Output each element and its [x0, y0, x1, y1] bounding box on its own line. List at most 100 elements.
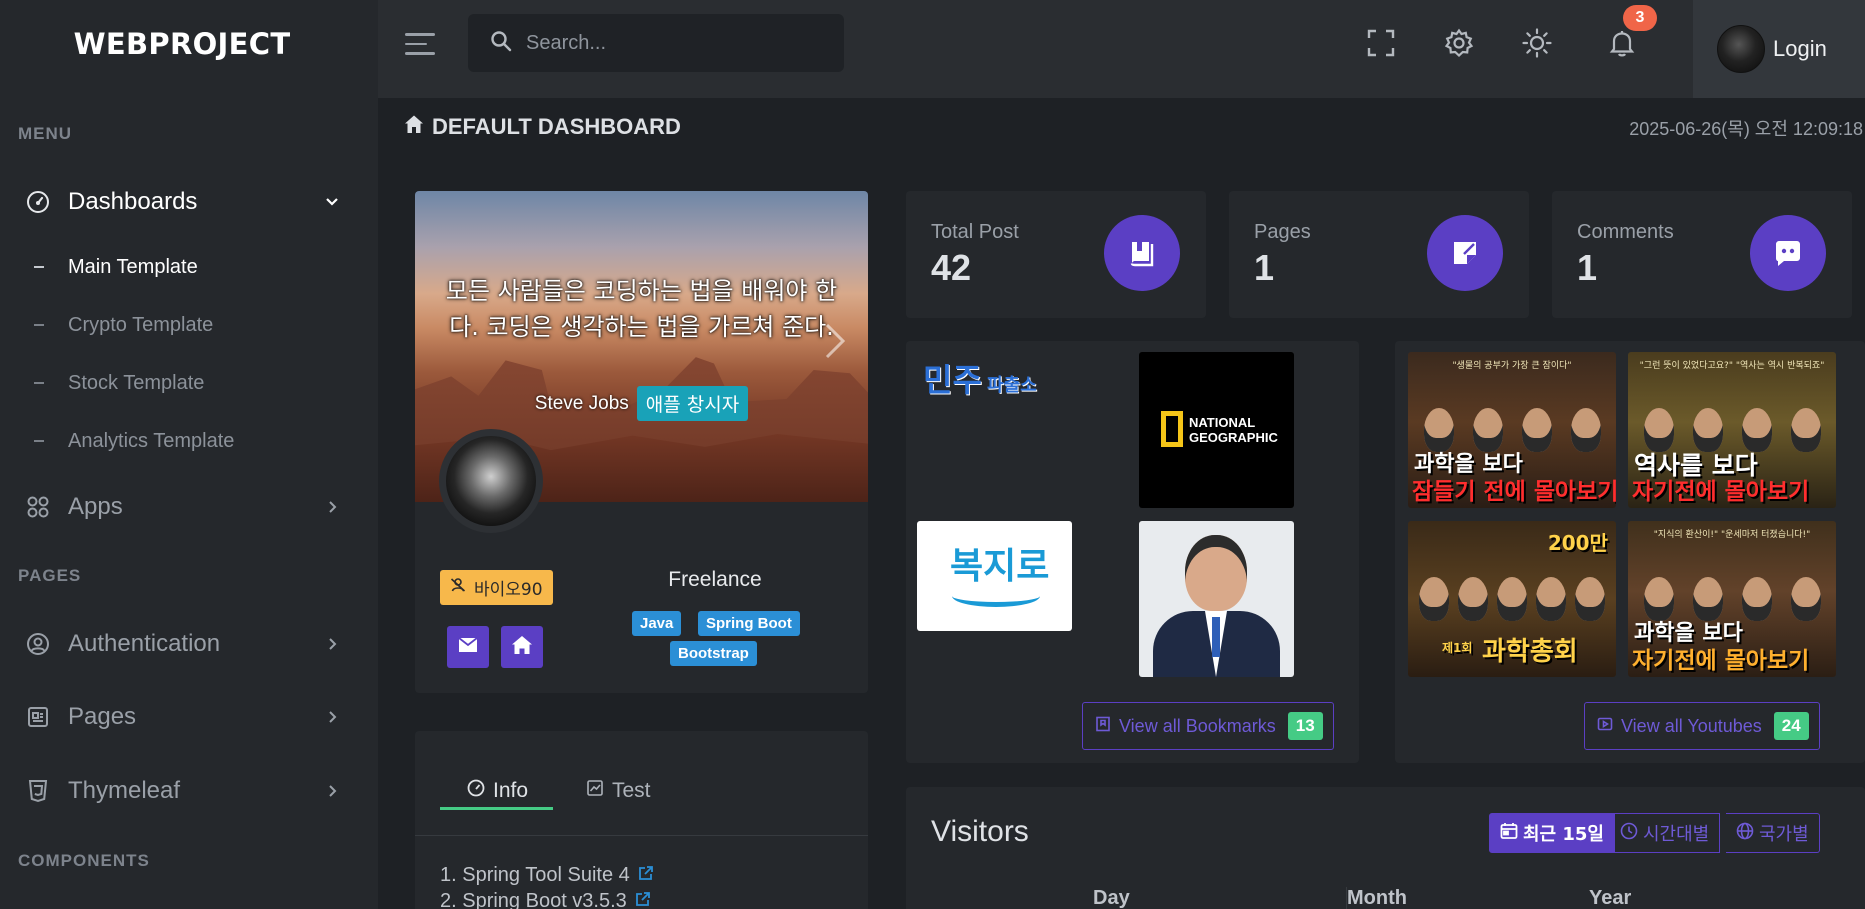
bookmark-bokjiro[interactable]: 복지로 [917, 521, 1072, 631]
tab-test[interactable]: Test [586, 771, 651, 811]
youtube-card: "생물의 공부가 가장 큰 잠이다" 과학을 보다 잠들기 전에 몰아보기 "그… [1395, 341, 1865, 763]
portrait-face [1185, 535, 1247, 611]
info-link-sts[interactable]: 1. Spring Tool Suite 4 [440, 864, 654, 887]
segment-recent-15-days[interactable]: 최근 15일 [1489, 813, 1615, 853]
active-tab-indicator [440, 807, 553, 810]
view-all-youtubes-button[interactable]: View all Youtubes 24 [1584, 702, 1820, 750]
bookmark-natgeo[interactable]: NATIONAL GEOGRAPHIC [1139, 352, 1294, 508]
tab-info[interactable]: Info [467, 771, 528, 811]
sun-icon[interactable] [1522, 28, 1552, 58]
thumbnail-faces [1408, 372, 1616, 452]
search-icon [490, 30, 512, 57]
html5-icon [26, 779, 50, 803]
youtube-thumbnail[interactable]: "지식의 환산이!" "운세마저 터졌습니다!" 과학을 보다 자기전에 몰아보… [1628, 521, 1836, 677]
current-datetime: 2025-06-26(목) 오전 12:09:18 [1629, 119, 1863, 139]
thumbnail-caption: "그런 뜻이 있었다고요?" "역사는 역시 반복되죠" [1639, 361, 1825, 371]
sidebar-subitem-analytics-template[interactable]: Analytics Template [0, 421, 378, 461]
sidebar-subitem-label: Analytics Template [68, 429, 235, 452]
sidebar-item-authentication[interactable]: Authentication [0, 624, 378, 664]
fullscreen-icon[interactable] [1366, 28, 1396, 58]
bell-icon[interactable] [1607, 28, 1637, 58]
avatar [1717, 25, 1765, 73]
mail-icon [458, 636, 478, 659]
homepage-button[interactable] [501, 626, 543, 668]
hamburger-menu-button[interactable] [396, 24, 440, 64]
brand-logo[interactable]: WEBPROJECT [0, 0, 378, 88]
book-icon [1104, 215, 1180, 291]
segment-by-hour[interactable]: 시간대별 [1610, 813, 1721, 853]
sidebar-subitem-main-template[interactable]: Main Template [0, 247, 378, 287]
topbar: 3 Login [378, 0, 1865, 98]
thumbnail-caption: "지식의 환산이!" "운세마저 터졌습니다!" [1653, 530, 1811, 540]
visitors-title: Visitors [931, 815, 1029, 848]
bio-badge-label: 바이오90 [474, 580, 543, 600]
sidebar-subitem-label: Stock Template [68, 371, 205, 394]
thumbnail-subtitle: 잠들기 전에 몰아보기 [1412, 479, 1616, 505]
stat-card-pages: Pages 1 [1229, 191, 1529, 318]
info-link-spring-boot[interactable]: 2. Spring Boot v3.5.3 [440, 890, 651, 909]
info-card: Info Test 1. Spring Tool Suite 4 2. Spri… [415, 731, 868, 909]
gear-icon[interactable] [1444, 28, 1474, 58]
search-box[interactable] [468, 14, 844, 72]
skill-tag: Spring Boot [698, 611, 800, 636]
bookmark-count-badge: 13 [1287, 712, 1323, 740]
bookmark-minju-title: 민주 [923, 361, 982, 399]
bookmark-minju[interactable]: 민주 파출소 [917, 351, 1072, 411]
calendar-icon [1500, 822, 1518, 845]
segment-label: 최근 15일 [1523, 824, 1604, 845]
author-tag: 애플 창시자 [636, 386, 749, 421]
chart-box-icon [586, 779, 604, 803]
stat-card-total-post: Total Post 42 [906, 191, 1206, 318]
login-button[interactable]: Login [1693, 0, 1865, 98]
thumbnail-subtitle: 자기전에 몰아보기 [1632, 648, 1810, 674]
sidebar-subitem-stock-template[interactable]: Stock Template [0, 363, 378, 403]
portrait-tie [1212, 617, 1220, 657]
chat-icon [1750, 215, 1826, 291]
sidebar-item-thymeleaf[interactable]: Thymeleaf [0, 771, 378, 811]
stat-label: Comments [1577, 221, 1674, 243]
youtube-thumbnail[interactable]: "그런 뜻이 있었다고요?" "역사는 역시 반복되죠" 역사를 보다 자기전에… [1628, 352, 1836, 508]
segment-by-country[interactable]: 국가별 [1726, 813, 1820, 853]
stat-label: Total Post [931, 221, 1019, 243]
youtube-thumbnail[interactable]: "생물의 공부가 가장 큰 잠이다" 과학을 보다 잠들기 전에 몰아보기 [1408, 352, 1616, 508]
profile-role: Freelance [668, 568, 762, 591]
page-title-text: DEFAULT DASHBOARD [432, 114, 681, 139]
stat-card-comments: Comments 1 [1552, 191, 1852, 318]
skill-tag: Java [632, 611, 682, 636]
stat-value: 42 [931, 247, 972, 288]
search-input[interactable] [526, 31, 826, 55]
mail-button[interactable] [447, 626, 489, 668]
sidebar-item-dashboards[interactable]: Dashboards [0, 182, 378, 222]
sidebar-item-label: Pages [68, 703, 137, 730]
youtube-thumbnail[interactable]: 200만 제1회 과학총회 [1408, 521, 1616, 677]
external-link-icon [638, 864, 654, 887]
clock-icon [1620, 822, 1638, 845]
chevron-right-icon [322, 634, 342, 654]
sidebar-subitem-label: Main Template [68, 255, 198, 278]
sidebar-item-pages[interactable]: Pages [0, 697, 378, 737]
tab-label: Info [493, 779, 529, 802]
thumbnail-faces [1408, 541, 1616, 621]
sidebar: WEBPROJECT MENU Dashboards Main Template… [0, 0, 378, 909]
profile-avatar [439, 429, 543, 533]
dash-marker [34, 382, 44, 384]
chevron-down-icon [322, 192, 342, 212]
gauge-icon [467, 779, 485, 803]
sidebar-item-apps[interactable]: Apps [0, 487, 378, 527]
segment-label: 국가별 [1759, 824, 1809, 845]
home-icon [511, 635, 533, 660]
bookmark-portrait[interactable] [1139, 521, 1294, 677]
login-label: Login [1773, 36, 1827, 61]
carousel-next-icon[interactable] [823, 321, 847, 361]
stat-value: 1 [1577, 247, 1598, 288]
note-icon [1427, 215, 1503, 291]
chevron-right-icon [322, 707, 342, 727]
sidebar-subitem-crypto-template[interactable]: Crypto Template [0, 305, 378, 345]
quote-author: Steve Jobs [534, 392, 629, 414]
view-all-bookmarks-button[interactable]: View all Bookmarks 13 [1082, 702, 1334, 750]
stat-value: 1 [1254, 247, 1275, 288]
bokjiro-logo: 복지로 [950, 546, 1050, 587]
natgeo-frame-icon [1161, 411, 1183, 447]
bio-badge: 바이오90 [440, 570, 553, 605]
chevron-right-icon [322, 497, 342, 517]
